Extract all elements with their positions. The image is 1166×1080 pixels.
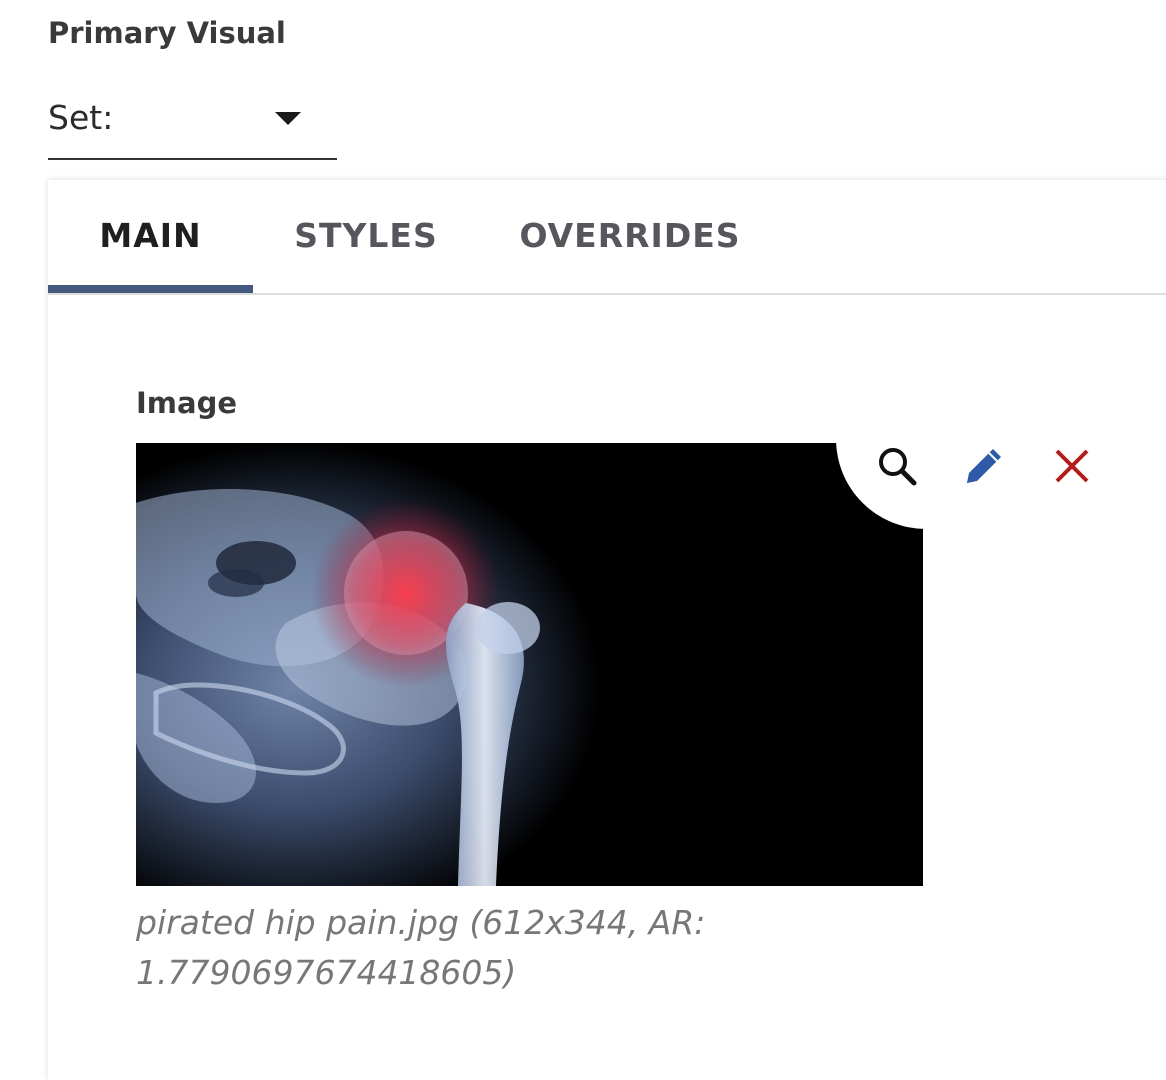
tab-styles[interactable]: STYLES bbox=[281, 180, 451, 293]
tab-main[interactable]: MAIN bbox=[48, 180, 253, 293]
active-tab-indicator bbox=[48, 285, 253, 293]
image-field-label: Image bbox=[136, 386, 238, 420]
editor-panel: MAIN STYLES OVERRIDES Image pirated hip … bbox=[48, 180, 1166, 1080]
close-icon[interactable] bbox=[1047, 441, 1097, 491]
chevron-down-icon bbox=[275, 112, 301, 125]
image-caption: pirated hip pain.jpg (612x344, AR: 1.779… bbox=[136, 903, 706, 992]
image-actions bbox=[836, 423, 1166, 529]
set-dropdown[interactable]: Set: bbox=[48, 92, 337, 160]
search-icon[interactable] bbox=[872, 441, 922, 491]
hip-xray-image bbox=[136, 443, 923, 886]
tab-bar: MAIN STYLES OVERRIDES bbox=[48, 180, 1166, 295]
tab-overrides[interactable]: OVERRIDES bbox=[510, 180, 750, 293]
section-title: Primary Visual bbox=[48, 16, 286, 50]
pencil-icon[interactable] bbox=[959, 441, 1009, 491]
set-dropdown-label: Set: bbox=[48, 98, 114, 137]
image-preview bbox=[136, 443, 923, 886]
